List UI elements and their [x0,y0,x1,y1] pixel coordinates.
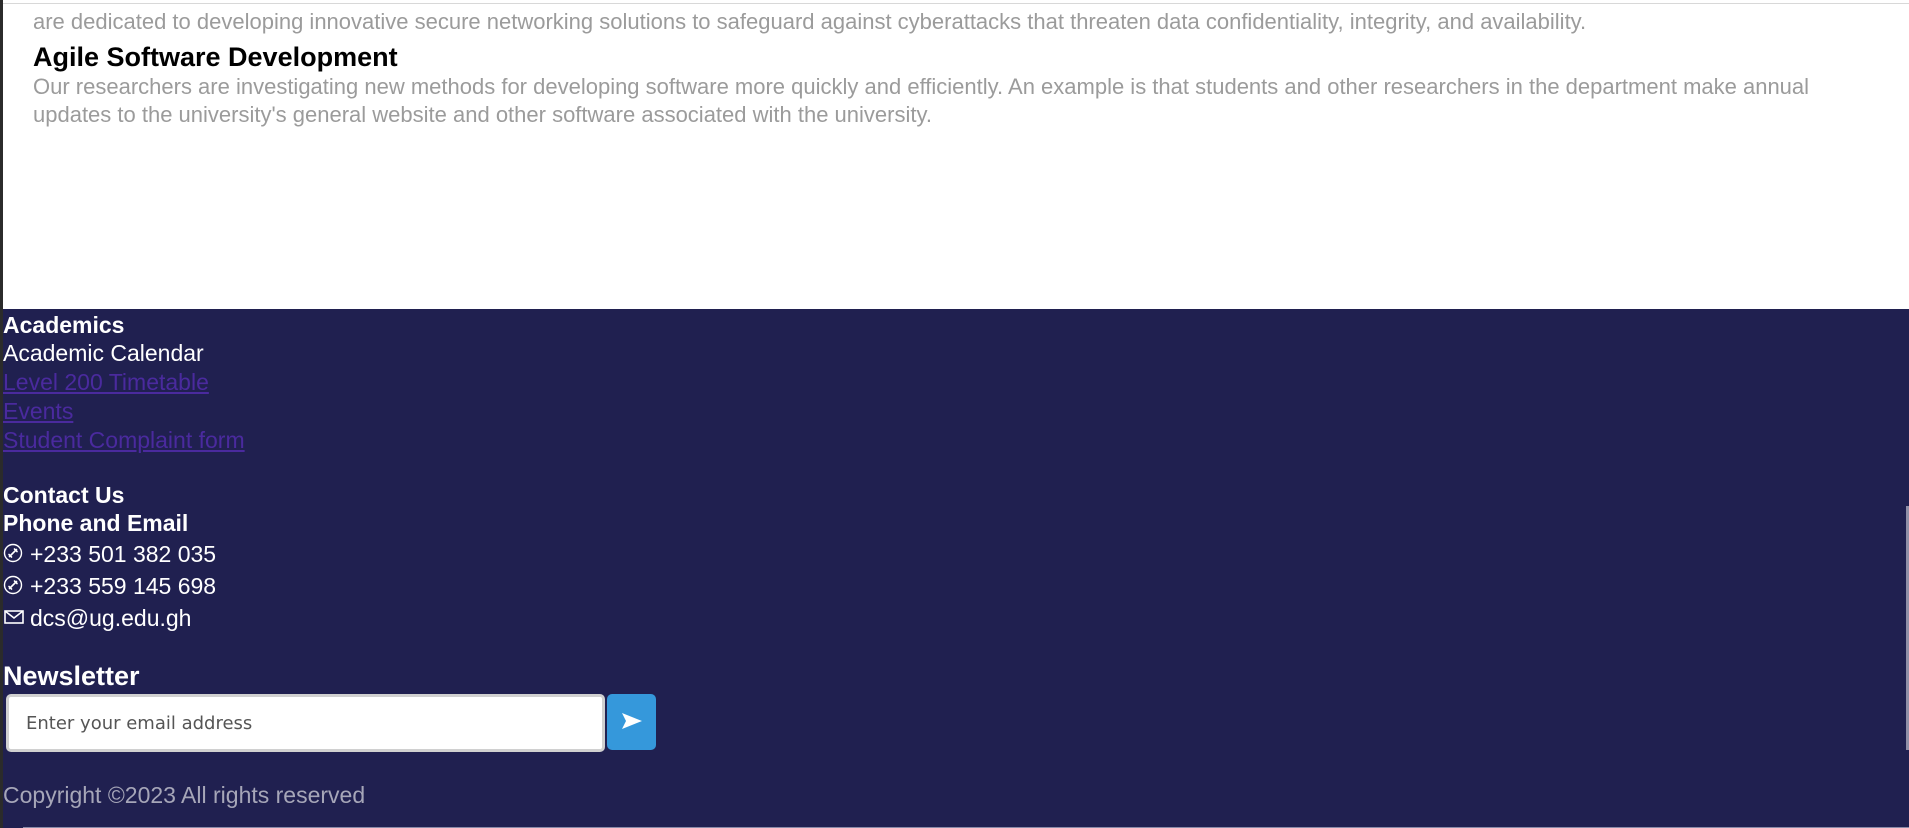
contact-us-heading: Contact Us [3,482,125,508]
phone-row-2: +233 559 145 698 [3,572,216,600]
academic-calendar-label: Academic Calendar [3,340,204,366]
email-address: dcs@ug.edu.gh [30,605,192,631]
previous-research-description: are dedicated to developing innovative s… [33,9,1587,34]
events-link[interactable]: Events [3,397,73,425]
copyright-text: Copyright ©2023 All rights reserved [3,782,366,808]
envelope-icon [3,607,25,629]
phone-icon [3,543,25,565]
newsletter-submit-button[interactable] [607,694,656,750]
student-complaint-form-link[interactable]: Student Complaint form [3,426,245,454]
phone-number-1: +233 501 382 035 [30,541,217,567]
newsletter-heading: Newsletter [3,661,140,691]
level-200-timetable-link[interactable]: Level 200 Timetable [3,368,209,396]
phone-and-email-heading: Phone and Email [3,510,189,536]
section-divider [3,3,1909,4]
send-arrow-icon [621,712,643,733]
email-row: dcs@ug.edu.gh [3,604,191,632]
research-description: Our researchers are investigating new me… [33,74,1810,127]
site-footer: Academics Academic Calendar Level 200 Ti… [3,309,1909,828]
newsletter-email-input[interactable] [6,694,605,752]
phone-row-1: +233 501 382 035 [3,540,216,568]
research-section: are dedicated to developing innovative s… [3,0,1909,309]
phone-icon [3,575,25,597]
research-title: Agile Software Development [33,42,398,72]
academics-heading: Academics [3,312,125,338]
page: are dedicated to developing innovative s… [0,0,1909,828]
phone-number-2: +233 559 145 698 [30,573,217,599]
